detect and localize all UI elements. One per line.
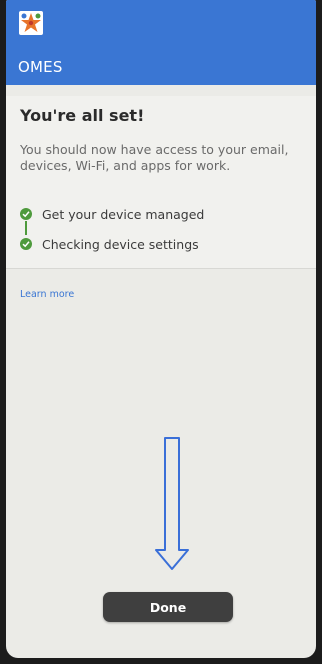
status-description: You should now have access to your email… — [20, 142, 289, 173]
app-header: OMES — [6, 0, 316, 85]
step-get-device-managed: Get your device managed — [20, 206, 204, 222]
omes-star-logo-icon — [18, 10, 44, 36]
step-connector — [25, 221, 27, 235]
step-checking-device-settings: Checking device settings — [20, 236, 199, 252]
learn-more-link[interactable]: Learn more — [20, 289, 74, 300]
down-arrow-icon — [154, 437, 190, 575]
page-title: You're all set! — [20, 106, 145, 125]
check-circle-icon — [20, 238, 32, 250]
phone-screen: OMES You're all set! You should now have… — [6, 0, 316, 658]
app-title: OMES — [18, 58, 63, 76]
step-label: Get your device managed — [42, 206, 205, 222]
done-button[interactable]: Done — [103, 592, 233, 622]
step-label: Checking device settings — [42, 236, 199, 252]
check-circle-icon — [20, 208, 32, 220]
